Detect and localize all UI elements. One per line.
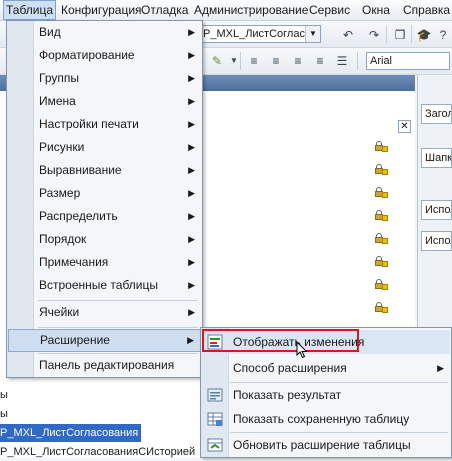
menubar: Таблица Конфигурация Отладка Администрир… bbox=[0, 0, 452, 21]
menu-item-size[interactable]: Размер ▶ bbox=[8, 182, 201, 205]
lock-icon bbox=[375, 279, 389, 290]
cap-field[interactable]: Шапк bbox=[421, 148, 452, 168]
chevron-right-icon: ▶ bbox=[188, 142, 195, 152]
chevron-right-icon: ▶ bbox=[188, 307, 195, 317]
windows-icon[interactable]: ❐ bbox=[392, 27, 408, 43]
search-forward-icon[interactable]: ↷ bbox=[366, 27, 382, 43]
chevron-right-icon: ▶ bbox=[188, 27, 195, 37]
chevron-right-icon: ▶ bbox=[188, 165, 195, 175]
tree-item[interactable]: ы bbox=[0, 386, 8, 404]
submenu-item-show-saved-table[interactable]: Показать сохраненную таблицу bbox=[202, 407, 450, 431]
chevron-right-icon: ▶ bbox=[188, 211, 195, 221]
highlight-frame bbox=[202, 329, 359, 352]
chevron-right-icon: ▶ bbox=[188, 188, 195, 198]
saved-table-icon bbox=[207, 412, 223, 426]
submenu-item-extension-method[interactable]: Способ расширения ▶ bbox=[202, 356, 450, 380]
align-distributed-icon[interactable]: ☰ bbox=[334, 53, 350, 69]
document-combo[interactable]: Р_MXL_ЛистСоглас ▼ bbox=[199, 25, 321, 43]
menu-windows[interactable]: Окна bbox=[360, 0, 392, 20]
lock-icon bbox=[375, 256, 389, 267]
menu-item-cells[interactable]: Ячейки ▶ bbox=[8, 301, 201, 324]
menu-configuration[interactable]: Конфигурация bbox=[59, 0, 144, 20]
submenu-item-show-result[interactable]: Показать результат bbox=[202, 383, 450, 407]
usage-field[interactable]: Испол bbox=[421, 200, 452, 220]
submenu-item-refresh-extension[interactable]: Обновить расширение таблицы bbox=[202, 433, 450, 457]
menu-item-order[interactable]: Порядок ▶ bbox=[8, 228, 201, 251]
menu-item-extension[interactable]: Расширение ▶ bbox=[8, 329, 201, 352]
menu-item-names[interactable]: Имена ▶ bbox=[8, 90, 201, 113]
mouse-cursor-icon bbox=[296, 341, 308, 359]
lock-icon bbox=[375, 187, 389, 198]
menu-item-formatting[interactable]: Форматирование ▶ bbox=[8, 44, 201, 67]
usage-field[interactable]: Испол bbox=[421, 231, 452, 251]
align-left-icon[interactable]: ≡ bbox=[246, 53, 262, 69]
show-result-icon bbox=[207, 388, 223, 402]
menu-item-view[interactable]: Вид ▶ bbox=[8, 21, 201, 44]
chevron-right-icon: ▶ bbox=[188, 257, 195, 267]
chevron-right-icon: ▶ bbox=[437, 363, 444, 373]
chevron-right-icon: ▶ bbox=[188, 280, 195, 290]
menu-item-groups[interactable]: Группы ▶ bbox=[8, 67, 201, 90]
chevron-right-icon: ▶ bbox=[187, 335, 194, 345]
menu-item-alignment[interactable]: Выравнивание ▶ bbox=[8, 159, 201, 182]
menu-administration[interactable]: Администрирование bbox=[192, 0, 310, 20]
toolbar-separator bbox=[386, 25, 387, 43]
chevron-right-icon: ▶ bbox=[188, 119, 195, 129]
highlight-color-icon[interactable]: ✎ bbox=[209, 53, 225, 69]
menu-item-distribute[interactable]: Распределить ▶ bbox=[8, 205, 201, 228]
lock-icon bbox=[375, 141, 389, 152]
chevron-right-icon: ▶ bbox=[188, 73, 195, 83]
tree-item-selected[interactable]: Р_MXL_ЛистСогласования bbox=[0, 424, 142, 442]
lock-icon bbox=[375, 302, 389, 313]
align-justify-icon[interactable]: ≡ bbox=[312, 53, 328, 69]
toolbar-separator bbox=[411, 25, 412, 43]
toolbar-separator bbox=[357, 52, 358, 70]
refresh-extension-icon bbox=[207, 438, 223, 452]
chevron-down-icon[interactable]: ▼ bbox=[305, 26, 320, 42]
tree-item[interactable]: Р_MXL_ЛистСогласованияСИсторией bbox=[0, 443, 195, 461]
align-right-icon[interactable]: ≡ bbox=[290, 53, 306, 69]
menu-item-pictures[interactable]: Рисунки ▶ bbox=[8, 136, 201, 159]
chevron-right-icon: ▶ bbox=[188, 96, 195, 106]
chevron-right-icon: ▶ bbox=[188, 50, 195, 60]
lock-icon bbox=[375, 164, 389, 175]
lock-icon bbox=[375, 233, 389, 244]
menu-debug[interactable]: Отладка bbox=[139, 0, 190, 20]
menu-item-notes[interactable]: Примечания ▶ bbox=[8, 251, 201, 274]
chevron-right-icon: ▶ bbox=[188, 234, 195, 244]
tree-item[interactable]: ы bbox=[0, 405, 8, 423]
wizard-icon[interactable]: 🎓 bbox=[416, 27, 432, 43]
header-field[interactable]: Загол bbox=[421, 104, 452, 124]
table-menu: Вид ▶ Форматирование ▶ Группы ▶ Имена ▶ Наст… bbox=[6, 20, 203, 378]
document-combo-value: Р_MXL_ЛистСоглас bbox=[203, 28, 305, 40]
toolbar-separator bbox=[240, 52, 241, 70]
font-name-field[interactable]: Arial bbox=[366, 52, 450, 70]
lock-icon bbox=[375, 210, 389, 221]
menu-separator bbox=[38, 327, 198, 328]
menu-item-embedded-tables[interactable]: Встроенные таблицы ▶ bbox=[8, 274, 201, 297]
align-center-icon[interactable]: ≡ bbox=[268, 53, 284, 69]
menu-service[interactable]: Сервис bbox=[307, 0, 352, 20]
search-back-icon[interactable]: ↶ bbox=[340, 27, 356, 43]
menu-item-edit-panel[interactable]: Панель редактирования bbox=[8, 354, 201, 377]
menu-help[interactable]: Справка bbox=[401, 0, 452, 20]
menu-item-print-settings[interactable]: Настройки печати ▶ bbox=[8, 113, 201, 136]
menu-table[interactable]: Таблица bbox=[3, 0, 57, 20]
help-icon[interactable]: ? bbox=[435, 27, 451, 43]
close-icon[interactable]: ✕ bbox=[398, 120, 411, 133]
